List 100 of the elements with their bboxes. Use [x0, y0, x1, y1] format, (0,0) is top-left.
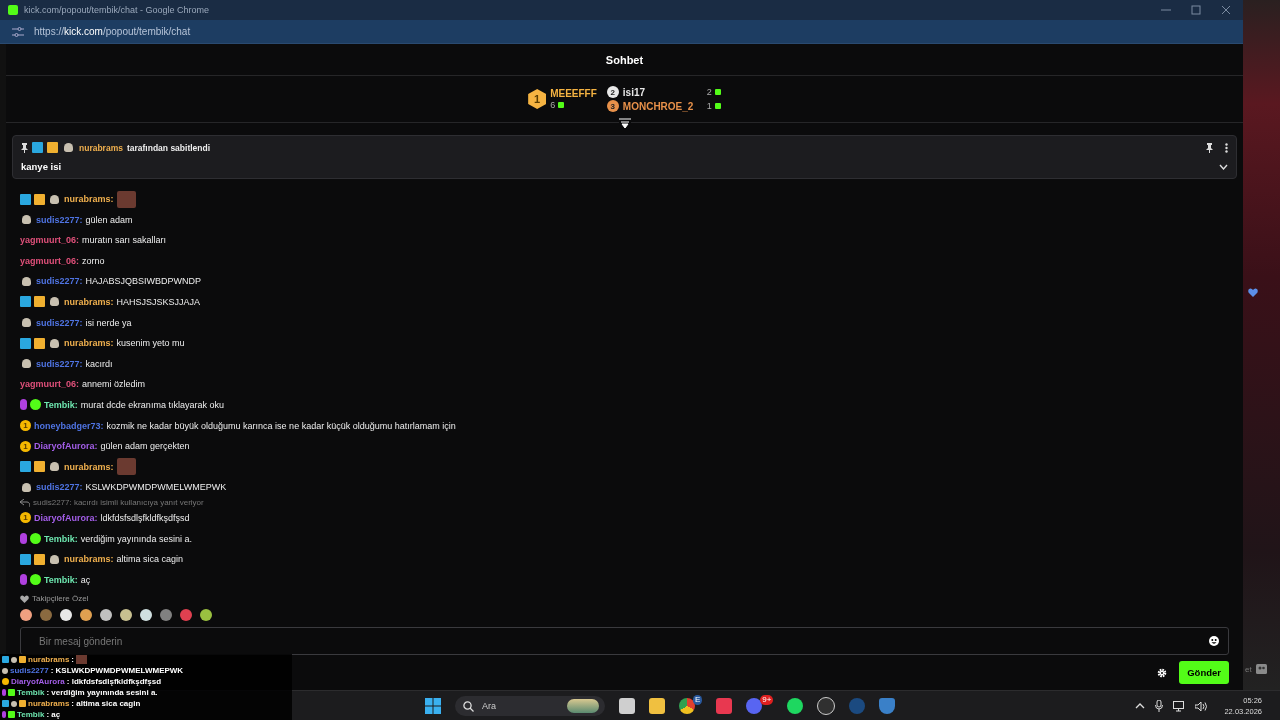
emote-icon[interactable]: [80, 609, 92, 621]
message-text: HAHSJSJSKSJJAJA: [116, 297, 201, 307]
username[interactable]: Tembik:: [44, 399, 78, 410]
username[interactable]: sudis2277:: [36, 482, 83, 493]
username[interactable]: sudis2277:: [36, 317, 83, 328]
message-text: gülen adam: [85, 214, 133, 225]
username[interactable]: sudis2277:: [36, 276, 83, 287]
message-text: ldkfdsfsdlşfkldfkşdfşsd: [100, 512, 190, 523]
username[interactable]: sudis2277:: [36, 358, 83, 369]
username[interactable]: nurabrams:: [64, 338, 114, 349]
taskbar-search-field[interactable]: Ara: [455, 696, 605, 716]
gift-count: 6: [550, 100, 556, 110]
username: sudis2277: [10, 666, 49, 675]
start-icon[interactable]: [425, 698, 441, 714]
url-text[interactable]: https://kick.com/popout/tembik/chat: [34, 26, 191, 37]
kick-logo-icon: [8, 5, 18, 15]
gifter-badge: 1: [20, 440, 31, 452]
leader-name: MEEEFFF: [550, 88, 597, 99]
notification-badge: 9+: [760, 695, 774, 705]
username: Tembik: [17, 710, 45, 719]
emoji-icon[interactable]: [1209, 636, 1219, 646]
pinned-text: kanye isi: [21, 161, 62, 172]
username[interactable]: yagmuurt_06:: [20, 235, 80, 246]
message-text: kusenim yeto mu: [116, 338, 185, 349]
gift-icon: [714, 89, 721, 95]
gift-icon: [558, 102, 565, 108]
pin-icon: [21, 142, 28, 153]
leader-name: MONCHROE_2: [622, 100, 695, 112]
username[interactable]: yagmuurt_06:: [20, 255, 80, 266]
chevron-down-icon[interactable]: [1219, 163, 1228, 170]
username[interactable]: Tembik:: [44, 574, 78, 585]
gifter-badge: 1: [20, 420, 31, 432]
username[interactable]: nurabrams:: [64, 194, 114, 204]
chevron-up-icon[interactable]: [1135, 703, 1146, 709]
username[interactable]: honeybadger73:: [34, 420, 104, 431]
heart-icon: [1248, 288, 1258, 297]
username[interactable]: yagmuurt_06:: [20, 379, 80, 390]
rank-badge: 3: [606, 100, 619, 112]
more-options-icon[interactable]: [1225, 142, 1228, 153]
message-text: HAJABSJQBSIWBDPWNDP: [85, 276, 202, 287]
message-text: murat dcde ekranıma tıklayarak oku: [80, 399, 224, 410]
overlay-message-text: :: [71, 655, 75, 664]
message-text: zorno: [82, 255, 105, 266]
gift-count: 1: [706, 101, 712, 111]
username[interactable]: DiaryofAurora:: [34, 441, 98, 452]
message-text: gülen adam gerçekten: [100, 441, 190, 452]
overlay-message-text: : altima sica cagin: [71, 699, 141, 708]
gift-icon: [714, 103, 721, 109]
leader-name: isi17: [622, 86, 647, 98]
shield-app-icon[interactable]: [879, 698, 896, 714]
microphone-icon[interactable]: [1155, 700, 1164, 712]
chat-title: Sohbet: [605, 53, 644, 66]
window-title: kick.com/popout/tembik/chat - Google Chrome: [24, 5, 210, 15]
message-text: annemi özledim: [82, 379, 146, 390]
username[interactable]: DiaryofAurora:: [34, 512, 98, 523]
overlay-message-text: : aç: [46, 710, 61, 719]
overlay-message-text: : ldkfdsfsdlşfkldfkşdfşsd: [66, 677, 162, 686]
username[interactable]: nurabrams: [79, 142, 123, 153]
close-icon[interactable]: [1221, 5, 1231, 15]
pin-icon[interactable]: [1206, 142, 1213, 153]
username[interactable]: nurabrams:: [64, 554, 114, 565]
site-settings-icon[interactable]: [12, 26, 24, 37]
message-text: isi nerde ya: [85, 317, 132, 328]
username: Tembik: [17, 688, 45, 697]
emote-icon[interactable]: [200, 609, 212, 621]
maximize-icon[interactable]: [1191, 5, 1201, 15]
message-text: muratın sarı sakalları: [82, 235, 167, 246]
reply-arrow-icon: [20, 498, 30, 507]
landscape-thumbnail-icon: [567, 699, 599, 713]
gifter-badge: 1: [20, 512, 31, 524]
message-text: altima sica cagin: [116, 554, 184, 565]
search-icon: [463, 700, 474, 712]
expand-icon[interactable]: [618, 118, 631, 128]
send-button[interactable]: Gönder: [1179, 661, 1229, 684]
profile-badge: E: [693, 695, 703, 705]
username[interactable]: sudis2277:: [36, 214, 83, 225]
emote-icon[interactable]: [20, 609, 32, 621]
network-icon[interactable]: [1173, 700, 1186, 712]
message-text: verdiğim yayınında sesini a.: [80, 533, 192, 544]
pinned-by-text: tarafından sabitlendi: [126, 142, 211, 153]
username[interactable]: nurabrams:: [64, 461, 114, 472]
emote-icon[interactable]: [60, 609, 72, 621]
emote-icon[interactable]: [100, 609, 112, 621]
settings-icon[interactable]: [1157, 667, 1168, 678]
emote-icon[interactable]: [120, 609, 132, 621]
username[interactable]: nurabrams:: [64, 297, 114, 307]
game-app-icon[interactable]: [716, 698, 733, 714]
overlay-message-text: : verdiğim yayınında sesini a.: [46, 688, 158, 697]
message-input-field[interactable]: Bir mesaj gönderin: [20, 627, 1229, 655]
heart-icon: [20, 594, 29, 603]
username[interactable]: Tembik:: [44, 533, 78, 544]
message-text: kozmik ne kadar büyük olduğumu karınca ise ne kadar küçük olduğumu hatırlamam için: [106, 420, 456, 431]
volume-icon[interactable]: [1195, 700, 1209, 712]
followers-only-label: Takipçilere Özel: [32, 594, 89, 603]
username: nurabrams: [28, 699, 70, 708]
rank-badge: 2: [606, 86, 619, 98]
reply-context-text[interactable]: sudis2277: kacırdı isimli kullanıcıya yanıt veriyor: [33, 498, 204, 508]
emote-icon[interactable]: [140, 609, 152, 621]
cut-off-label: et: [1245, 664, 1252, 674]
username: DiaryofAurora: [11, 677, 65, 686]
